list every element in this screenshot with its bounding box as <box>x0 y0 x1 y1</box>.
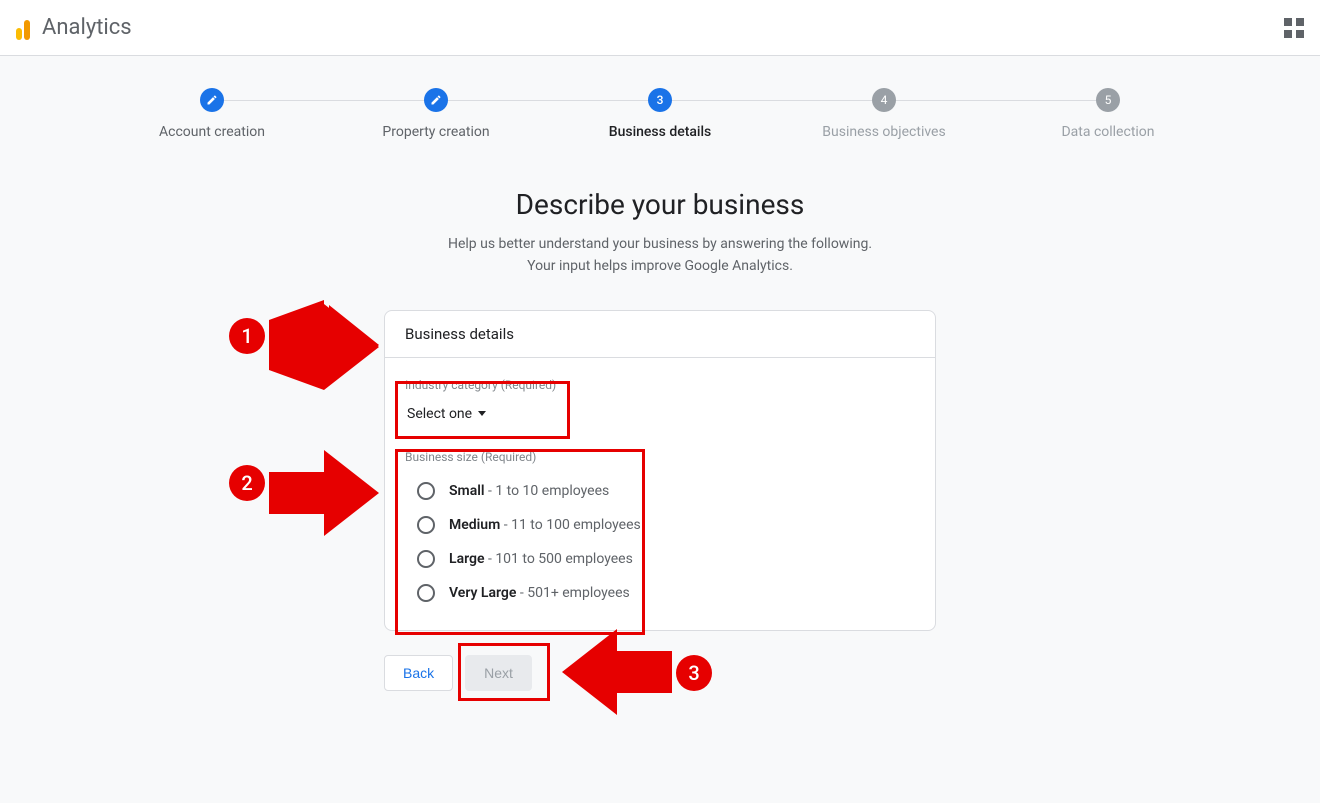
size-name: Very Large <box>449 585 516 601</box>
step-data-collection: 5 Data collection <box>996 88 1220 140</box>
page-headline: Describe your business <box>310 188 1010 221</box>
subtext-line-2: Your input helps improve Google Analytic… <box>527 258 793 274</box>
step-number: 3 <box>648 88 672 112</box>
size-desc: - 11 to 100 employees <box>500 517 640 533</box>
analytics-logo-icon <box>16 16 30 40</box>
size-desc: - 101 to 500 employees <box>485 551 633 567</box>
button-row: Back Next 3 <box>384 655 936 691</box>
radio-icon <box>417 550 435 568</box>
business-size-option-small[interactable]: Small - 1 to 10 employees <box>405 474 915 508</box>
radio-icon <box>417 516 435 534</box>
step-label: Business details <box>548 124 772 140</box>
step-number: 5 <box>1096 88 1120 112</box>
step-label: Account creation <box>100 124 324 140</box>
business-size-option-very-large[interactable]: Very Large - 501+ employees <box>405 576 915 610</box>
business-size-option-large[interactable]: Large - 101 to 500 employees <box>405 542 915 576</box>
annotation-badge-2: 2 <box>229 465 265 501</box>
size-desc: - 501+ employees <box>516 585 629 601</box>
caret-down-icon <box>478 411 486 416</box>
apps-grid-icon[interactable] <box>1284 18 1304 38</box>
annotation-badge-3: 3 <box>676 655 712 691</box>
business-size-option-medium[interactable]: Medium - 11 to 100 employees <box>405 508 915 542</box>
annotation-arrow-3-icon <box>562 629 672 715</box>
top-bar: Analytics <box>0 0 1320 56</box>
content: Describe your business Help us better un… <box>310 140 1010 691</box>
page: Account creation Property creation 3 Bus… <box>0 56 1320 803</box>
step-property-creation[interactable]: Property creation <box>324 88 548 140</box>
pencil-icon <box>430 94 442 106</box>
size-desc: - 1 to 10 employees <box>485 483 610 499</box>
subtext-line-1: Help us better understand your business … <box>448 236 872 252</box>
pencil-icon <box>206 94 218 106</box>
stepper: Account creation Property creation 3 Bus… <box>100 56 1220 140</box>
annotation-arrow-1b-icon <box>269 304 379 390</box>
step-label: Business objectives <box>772 124 996 140</box>
step-label: Property creation <box>324 124 548 140</box>
radio-icon <box>417 584 435 602</box>
business-details-card: Business details Industry category (Requ… <box>384 310 936 631</box>
step-number: 4 <box>872 88 896 112</box>
industry-category-value: Select one <box>407 406 472 422</box>
annotation-badge-1: 1 <box>229 318 265 354</box>
step-label: Data collection <box>996 124 1220 140</box>
back-button[interactable]: Back <box>384 655 453 691</box>
card-title: Business details <box>385 311 935 358</box>
annotation-arrow-2-icon <box>269 450 379 536</box>
business-size-label: Business size (Required) <box>405 450 915 464</box>
step-account-creation[interactable]: Account creation <box>100 88 324 140</box>
step-business-details[interactable]: 3 Business details <box>548 88 772 140</box>
industry-category-label: Industry category (Required) <box>405 378 915 392</box>
size-name: Medium <box>449 517 500 533</box>
page-subtext: Help us better understand your business … <box>310 233 1010 278</box>
logo-wrap: Analytics <box>16 15 132 40</box>
product-name: Analytics <box>42 15 132 40</box>
size-name: Large <box>449 551 485 567</box>
industry-category-select[interactable]: Select one <box>405 402 488 426</box>
next-button[interactable]: Next <box>465 655 532 691</box>
size-name: Small <box>449 483 485 499</box>
radio-icon <box>417 482 435 500</box>
step-business-objectives: 4 Business objectives <box>772 88 996 140</box>
